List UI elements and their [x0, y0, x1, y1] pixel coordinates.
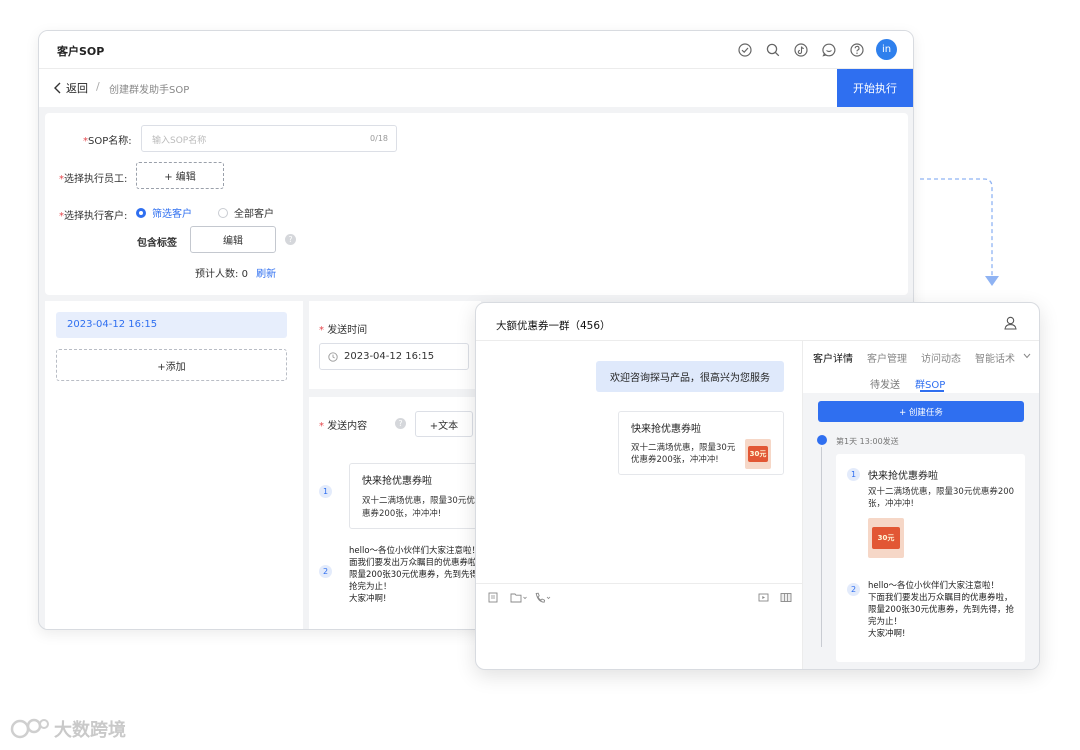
check-circle-icon[interactable] — [736, 41, 754, 59]
help-icon[interactable]: ? — [285, 234, 296, 245]
employee-label: *选择执行员工: — [59, 174, 128, 185]
tab-customer-manage[interactable]: 客户管理 — [867, 350, 907, 365]
chat-title: 大额优惠券一群（456） — [496, 320, 611, 332]
breadcrumb-current: 创建群发助手SOP — [109, 85, 190, 96]
radio-selected-icon — [136, 207, 146, 218]
send-time-value: 2023-04-12 16:15 — [344, 351, 435, 362]
flow-connector — [920, 178, 999, 286]
sidebar-tabs: 客户详情 客户管理 访问动态 智能话术 待发送 群SOP — [803, 341, 1039, 393]
chat-header: 大额优惠券一群（456） — [476, 303, 1039, 341]
tab-group-sop[interactable]: 群SOP — [915, 376, 945, 391]
add-schedule-button[interactable]: +添加 — [56, 349, 287, 381]
day-label: 第1天 13:00发送 — [836, 437, 899, 446]
active-tab-indicator — [920, 390, 944, 392]
send-content-card: * 发送内容 ? +文本 1 快来抢优惠券啦 双十二满场优惠，限量30元优惠券2… — [309, 397, 489, 629]
send-content-label: * 发送内容 — [319, 421, 368, 432]
customer-label: *选择执行客户: — [59, 211, 128, 222]
tag-label: 包含标签 — [137, 238, 177, 249]
watermark-logo-icon — [10, 718, 49, 739]
tab-customer-detail[interactable]: 客户详情 — [813, 350, 853, 365]
coupon-image: 30元 — [868, 518, 904, 558]
clock-icon — [328, 351, 338, 362]
document-icon[interactable] — [488, 592, 498, 603]
coupon-label: 30元 — [748, 446, 768, 462]
back-label: 返回 — [66, 82, 88, 95]
title-bar: 客户SOP in — [39, 31, 913, 69]
coupon-label: 30元 — [872, 527, 900, 549]
sidebar: 客户详情 客户管理 访问动态 智能话术 待发送 群SOP + 创建任务 第1天 … — [802, 341, 1039, 669]
edit-tag-button[interactable]: 编辑 — [190, 226, 276, 253]
avatar[interactable]: in — [876, 39, 897, 60]
phone-icon[interactable] — [534, 592, 551, 603]
item-number-badge: 2 — [319, 565, 332, 578]
content-item-card[interactable]: 快来抢优惠券啦 双十二满场优惠，限量30元优惠券200张，冲冲冲! — [349, 463, 489, 529]
timeline-clock-icon — [817, 435, 827, 445]
tab-smart-script[interactable]: 智能话术 — [975, 350, 1015, 365]
timeline-line — [821, 447, 822, 647]
card-desc: 双十二满场优惠，限量30元优惠券200张，冲冲冲! — [631, 443, 736, 465]
task-desc: 双十二满场优惠，限量30元优惠券200张，冲冲冲! — [868, 487, 1015, 509]
content-item-text[interactable]: hello～各位小伙伴们大家注意啦！下面我们要发出万众瞩目的优惠券啦，限量200… — [349, 545, 489, 605]
content-item-desc: 双十二满场优惠，限量30元优惠券200张，冲冲冲! — [362, 496, 475, 519]
sop-name-counter: 0/18 — [370, 134, 388, 143]
welcome-message: 欢迎咨询探马产品，很高兴为您服务 — [596, 361, 784, 392]
task-title: 快来抢优惠券啦 — [868, 471, 938, 482]
start-execute-button[interactable]: 开始执行 — [837, 69, 913, 107]
radio-all-label: 全部客户 — [234, 209, 274, 220]
item-number-badge: 1 — [319, 485, 332, 498]
group-chat-window: 大额优惠券一群（456） 欢迎咨询探马产品，很高兴为您服务 快来抢优惠券啦 双十… — [475, 302, 1040, 670]
tab-visit-activity[interactable]: 访问动态 — [921, 350, 961, 365]
edit-employee-button[interactable]: + 编辑 — [136, 162, 224, 189]
breadcrumb: 返回 / 创建群发助手SOP 开始执行 — [39, 69, 913, 107]
sop-name-label: *SOP名称: — [83, 136, 132, 147]
user-icon[interactable] — [1004, 316, 1017, 330]
chat-messages: 欢迎咨询探马产品，很高兴为您服务 快来抢优惠券啦 双十二满场优惠，限量30元优惠… — [476, 341, 802, 583]
sop-name-input[interactable]: 输入SOP名称 0/18 — [141, 125, 397, 152]
radio-filter-label: 筛选客户 — [152, 209, 192, 220]
help-icon[interactable] — [848, 41, 866, 59]
send-time-label: * 发送时间 — [319, 325, 368, 336]
tiktok-icon[interactable] — [792, 41, 810, 59]
message-icon[interactable] — [820, 41, 838, 59]
video-icon[interactable] — [758, 592, 769, 603]
add-text-button[interactable]: +文本 — [415, 411, 473, 437]
arrow-down-icon — [985, 276, 999, 286]
coupon-message-card[interactable]: 快来抢优惠券啦 双十二满场优惠，限量30元优惠券200张，冲冲冲! 30元 — [618, 411, 784, 475]
back-button[interactable]: 返回 — [53, 80, 88, 96]
schedule-item[interactable]: 2023-04-12 16:15 — [56, 312, 287, 338]
task-text: hello～各位小伙伴们大家注意啦！ 下面我们要发出万众瞩目的优惠券啦，限量20… — [868, 581, 1015, 639]
chat-toolbar — [476, 583, 802, 669]
radio-unselected-icon — [218, 207, 228, 218]
chevron-down-icon[interactable] — [1023, 353, 1031, 359]
folder-icon[interactable] — [510, 592, 527, 603]
panel-icon[interactable] — [780, 592, 792, 603]
sop-name-placeholder: 输入SOP名称 — [152, 136, 207, 146]
chevron-left-icon — [54, 82, 61, 94]
create-task-button[interactable]: + 创建任务 — [818, 401, 1024, 422]
refresh-link[interactable]: 刷新 — [256, 269, 276, 280]
tab-pending-send[interactable]: 待发送 — [870, 376, 900, 391]
item-number-badge: 1 — [847, 468, 860, 481]
sop-form: *SOP名称: 输入SOP名称 0/18 *选择执行员工: + 编辑 *选择执行… — [45, 113, 908, 295]
send-time-card: * 发送时间 2023-04-12 16:15 — [309, 301, 481, 389]
send-time-input[interactable]: 2023-04-12 16:15 — [319, 343, 469, 370]
app-title: 客户SOP — [57, 45, 105, 58]
radio-filter-customers[interactable]: 筛选客户 — [136, 205, 192, 220]
help-icon[interactable]: ? — [395, 418, 406, 429]
watermark: 大数跨境 — [10, 716, 126, 742]
task-card[interactable]: 1 快来抢优惠券啦 双十二满场优惠，限量30元优惠券200张，冲冲冲! 30元 … — [836, 454, 1025, 662]
search-icon[interactable] — [764, 41, 782, 59]
item-number-badge: 2 — [847, 583, 860, 596]
radio-all-customers[interactable]: 全部客户 — [218, 205, 274, 220]
content-item-title: 快来抢优惠券啦 — [362, 476, 432, 487]
schedule-list: 2023-04-12 16:15 +添加 — [45, 301, 303, 629]
estimated-count: 预计人数: 0 刷新 — [195, 269, 277, 280]
card-title: 快来抢优惠券啦 — [631, 424, 701, 435]
watermark-text: 大数跨境 — [54, 720, 126, 741]
breadcrumb-separator: / — [96, 80, 100, 93]
coupon-image: 30元 — [745, 439, 771, 469]
title-bar-icons: in — [736, 39, 897, 60]
